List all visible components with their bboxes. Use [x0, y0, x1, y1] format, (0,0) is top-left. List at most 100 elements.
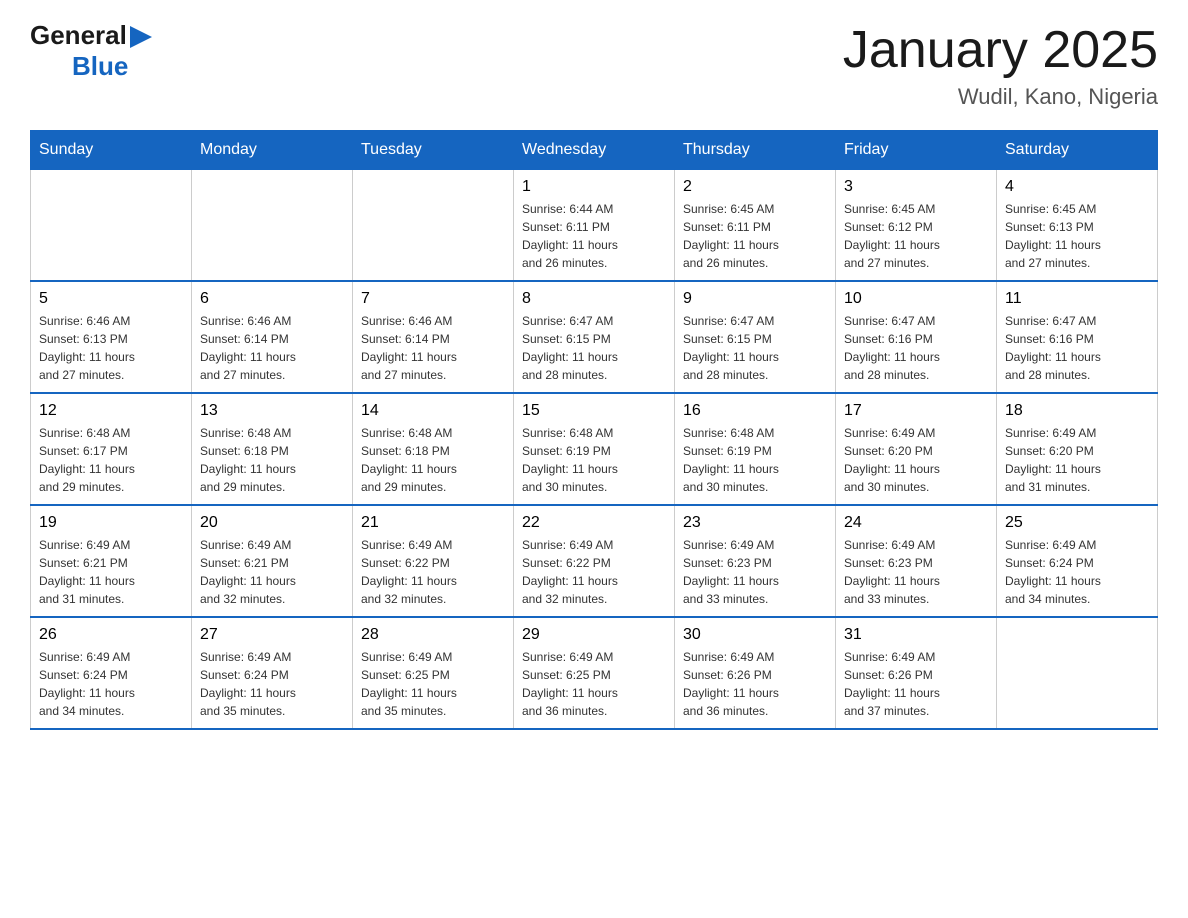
day-number: 26: [39, 626, 183, 644]
day-number: 10: [844, 290, 988, 308]
calendar-day-cell: 15 Sunrise: 6:48 AM Sunset: 6:19 PM Dayli…: [514, 393, 675, 505]
day-info: Sunrise: 6:45 AM Sunset: 6:12 PM Dayligh…: [844, 200, 988, 272]
day-info: Sunrise: 6:46 AM Sunset: 6:14 PM Dayligh…: [361, 312, 505, 384]
day-info: Sunrise: 6:49 AM Sunset: 6:26 PM Dayligh…: [844, 648, 988, 720]
logo-triangle-icon: [130, 26, 152, 48]
day-info: Sunrise: 6:47 AM Sunset: 6:16 PM Dayligh…: [1005, 312, 1149, 384]
day-info: Sunrise: 6:49 AM Sunset: 6:24 PM Dayligh…: [200, 648, 344, 720]
calendar-day-cell: 13Sunrise: 6:48 AM Sunset: 6:18 PM Dayli…: [192, 393, 353, 505]
calendar-day-cell: 8 Sunrise: 6:47 AM Sunset: 6:15 PM Daylig…: [514, 281, 675, 393]
calendar-day-cell: 4Sunrise: 6:45 AM Sunset: 6:13 PM Daylig…: [997, 170, 1158, 282]
calendar-week-row: 5 Sunrise: 6:46 AM Sunset: 6:13 PM Daylig…: [31, 281, 1158, 393]
day-of-week-header: Sunday: [31, 131, 192, 170]
logo: General Blue: [30, 20, 152, 82]
day-info: Sunrise: 6:49 AM Sunset: 6:20 PM Dayligh…: [844, 424, 988, 496]
calendar-day-cell: 14 Sunrise: 6:48 AM Sunset: 6:18 PM Dayli…: [353, 393, 514, 505]
day-number: 18: [1005, 402, 1149, 420]
day-number: 11: [1005, 290, 1149, 308]
calendar-day-cell: [31, 170, 192, 282]
day-info: Sunrise: 6:49 AM Sunset: 6:20 PM Dayligh…: [1005, 424, 1149, 496]
day-info: Sunrise: 6:49 AM Sunset: 6:21 PM Dayligh…: [200, 536, 344, 608]
calendar-day-cell: 9 Sunrise: 6:47 AM Sunset: 6:15 PM Daylig…: [675, 281, 836, 393]
month-title: January 2025: [843, 20, 1158, 80]
day-info: Sunrise: 6:45 AM Sunset: 6:11 PM Dayligh…: [683, 200, 827, 272]
day-number: 14: [361, 402, 505, 420]
day-number: 8: [522, 290, 666, 308]
calendar-day-cell: 5 Sunrise: 6:46 AM Sunset: 6:13 PM Daylig…: [31, 281, 192, 393]
day-of-week-header: Saturday: [997, 131, 1158, 170]
calendar-day-cell: 24Sunrise: 6:49 AM Sunset: 6:23 PM Dayli…: [836, 505, 997, 617]
calendar-day-cell: 10 Sunrise: 6:47 AM Sunset: 6:16 PM Dayli…: [836, 281, 997, 393]
day-info: Sunrise: 6:49 AM Sunset: 6:25 PM Dayligh…: [361, 648, 505, 720]
day-info: Sunrise: 6:49 AM Sunset: 6:23 PM Dayligh…: [683, 536, 827, 608]
day-number: 7: [361, 290, 505, 308]
day-info: Sunrise: 6:48 AM Sunset: 6:17 PM Dayligh…: [39, 424, 183, 496]
calendar-day-cell: 2 Sunrise: 6:45 AM Sunset: 6:11 PM Daylig…: [675, 170, 836, 282]
location-title: Wudil, Kano, Nigeria: [843, 84, 1158, 110]
day-number: 21: [361, 514, 505, 532]
day-info: Sunrise: 6:48 AM Sunset: 6:18 PM Dayligh…: [361, 424, 505, 496]
day-number: 19: [39, 514, 183, 532]
day-of-week-header: Wednesday: [514, 131, 675, 170]
calendar-day-cell: 27 Sunrise: 6:49 AM Sunset: 6:24 PM Dayli…: [192, 617, 353, 729]
day-info: Sunrise: 6:46 AM Sunset: 6:13 PM Dayligh…: [39, 312, 183, 384]
logo-general-text: General: [30, 20, 127, 51]
day-info: Sunrise: 6:49 AM Sunset: 6:21 PM Dayligh…: [39, 536, 183, 608]
day-number: 22: [522, 514, 666, 532]
calendar-day-cell: 16 Sunrise: 6:48 AM Sunset: 6:19 PM Dayli…: [675, 393, 836, 505]
calendar-day-cell: 1Sunrise: 6:44 AM Sunset: 6:11 PM Daylig…: [514, 170, 675, 282]
calendar-day-cell: 17 Sunrise: 6:49 AM Sunset: 6:20 PM Dayli…: [836, 393, 997, 505]
day-info: Sunrise: 6:49 AM Sunset: 6:22 PM Dayligh…: [361, 536, 505, 608]
day-number: 13: [200, 402, 344, 420]
calendar-week-row: 19 Sunrise: 6:49 AM Sunset: 6:21 PM Dayli…: [31, 505, 1158, 617]
day-info: Sunrise: 6:44 AM Sunset: 6:11 PM Dayligh…: [522, 200, 666, 272]
calendar-day-cell: 29 Sunrise: 6:49 AM Sunset: 6:25 PM Dayli…: [514, 617, 675, 729]
calendar-week-row: 26 Sunrise: 6:49 AM Sunset: 6:24 PM Dayli…: [31, 617, 1158, 729]
day-info: Sunrise: 6:47 AM Sunset: 6:15 PM Dayligh…: [683, 312, 827, 384]
day-number: 27: [200, 626, 344, 644]
day-number: 30: [683, 626, 827, 644]
calendar-day-cell: [997, 617, 1158, 729]
day-of-week-header: Tuesday: [353, 131, 514, 170]
day-number: 23: [683, 514, 827, 532]
calendar-day-cell: 6 Sunrise: 6:46 AM Sunset: 6:14 PM Daylig…: [192, 281, 353, 393]
day-number: 6: [200, 290, 344, 308]
calendar-day-cell: 11 Sunrise: 6:47 AM Sunset: 6:16 PM Dayli…: [997, 281, 1158, 393]
calendar-day-cell: 20 Sunrise: 6:49 AM Sunset: 6:21 PM Dayli…: [192, 505, 353, 617]
calendar-day-cell: 25Sunrise: 6:49 AM Sunset: 6:24 PM Dayli…: [997, 505, 1158, 617]
day-info: Sunrise: 6:49 AM Sunset: 6:24 PM Dayligh…: [1005, 536, 1149, 608]
day-number: 31: [844, 626, 988, 644]
day-info: Sunrise: 6:48 AM Sunset: 6:19 PM Dayligh…: [522, 424, 666, 496]
day-number: 16: [683, 402, 827, 420]
calendar-header-row: SundayMondayTuesdayWednesdayThursdayFrid…: [31, 131, 1158, 170]
day-info: Sunrise: 6:49 AM Sunset: 6:25 PM Dayligh…: [522, 648, 666, 720]
day-of-week-header: Thursday: [675, 131, 836, 170]
calendar-day-cell: 26Sunrise: 6:49 AM Sunset: 6:24 PM Dayli…: [31, 617, 192, 729]
calendar-table: SundayMondayTuesdayWednesdayThursdayFrid…: [30, 130, 1158, 730]
day-of-week-header: Monday: [192, 131, 353, 170]
calendar-day-cell: 18 Sunrise: 6:49 AM Sunset: 6:20 PM Dayli…: [997, 393, 1158, 505]
day-number: 17: [844, 402, 988, 420]
day-number: 29: [522, 626, 666, 644]
day-info: Sunrise: 6:47 AM Sunset: 6:15 PM Dayligh…: [522, 312, 666, 384]
calendar-day-cell: 21 Sunrise: 6:49 AM Sunset: 6:22 PM Dayli…: [353, 505, 514, 617]
calendar-week-row: 12 Sunrise: 6:48 AM Sunset: 6:17 PM Dayli…: [31, 393, 1158, 505]
day-number: 5: [39, 290, 183, 308]
day-number: 2: [683, 178, 827, 196]
calendar-day-cell: 28 Sunrise: 6:49 AM Sunset: 6:25 PM Dayli…: [353, 617, 514, 729]
day-number: 3: [844, 178, 988, 196]
page-header: General Blue January 2025 Wudil, Kano, N…: [30, 20, 1158, 110]
day-number: 9: [683, 290, 827, 308]
day-info: Sunrise: 6:47 AM Sunset: 6:16 PM Dayligh…: [844, 312, 988, 384]
calendar-day-cell: 3 Sunrise: 6:45 AM Sunset: 6:12 PM Daylig…: [836, 170, 997, 282]
day-number: 12: [39, 402, 183, 420]
day-info: Sunrise: 6:46 AM Sunset: 6:14 PM Dayligh…: [200, 312, 344, 384]
day-number: 28: [361, 626, 505, 644]
day-number: 15: [522, 402, 666, 420]
day-number: 20: [200, 514, 344, 532]
calendar-day-cell: 30Sunrise: 6:49 AM Sunset: 6:26 PM Dayli…: [675, 617, 836, 729]
calendar-day-cell: 7 Sunrise: 6:46 AM Sunset: 6:14 PM Daylig…: [353, 281, 514, 393]
day-of-week-header: Friday: [836, 131, 997, 170]
day-info: Sunrise: 6:48 AM Sunset: 6:19 PM Dayligh…: [683, 424, 827, 496]
day-info: Sunrise: 6:49 AM Sunset: 6:22 PM Dayligh…: [522, 536, 666, 608]
